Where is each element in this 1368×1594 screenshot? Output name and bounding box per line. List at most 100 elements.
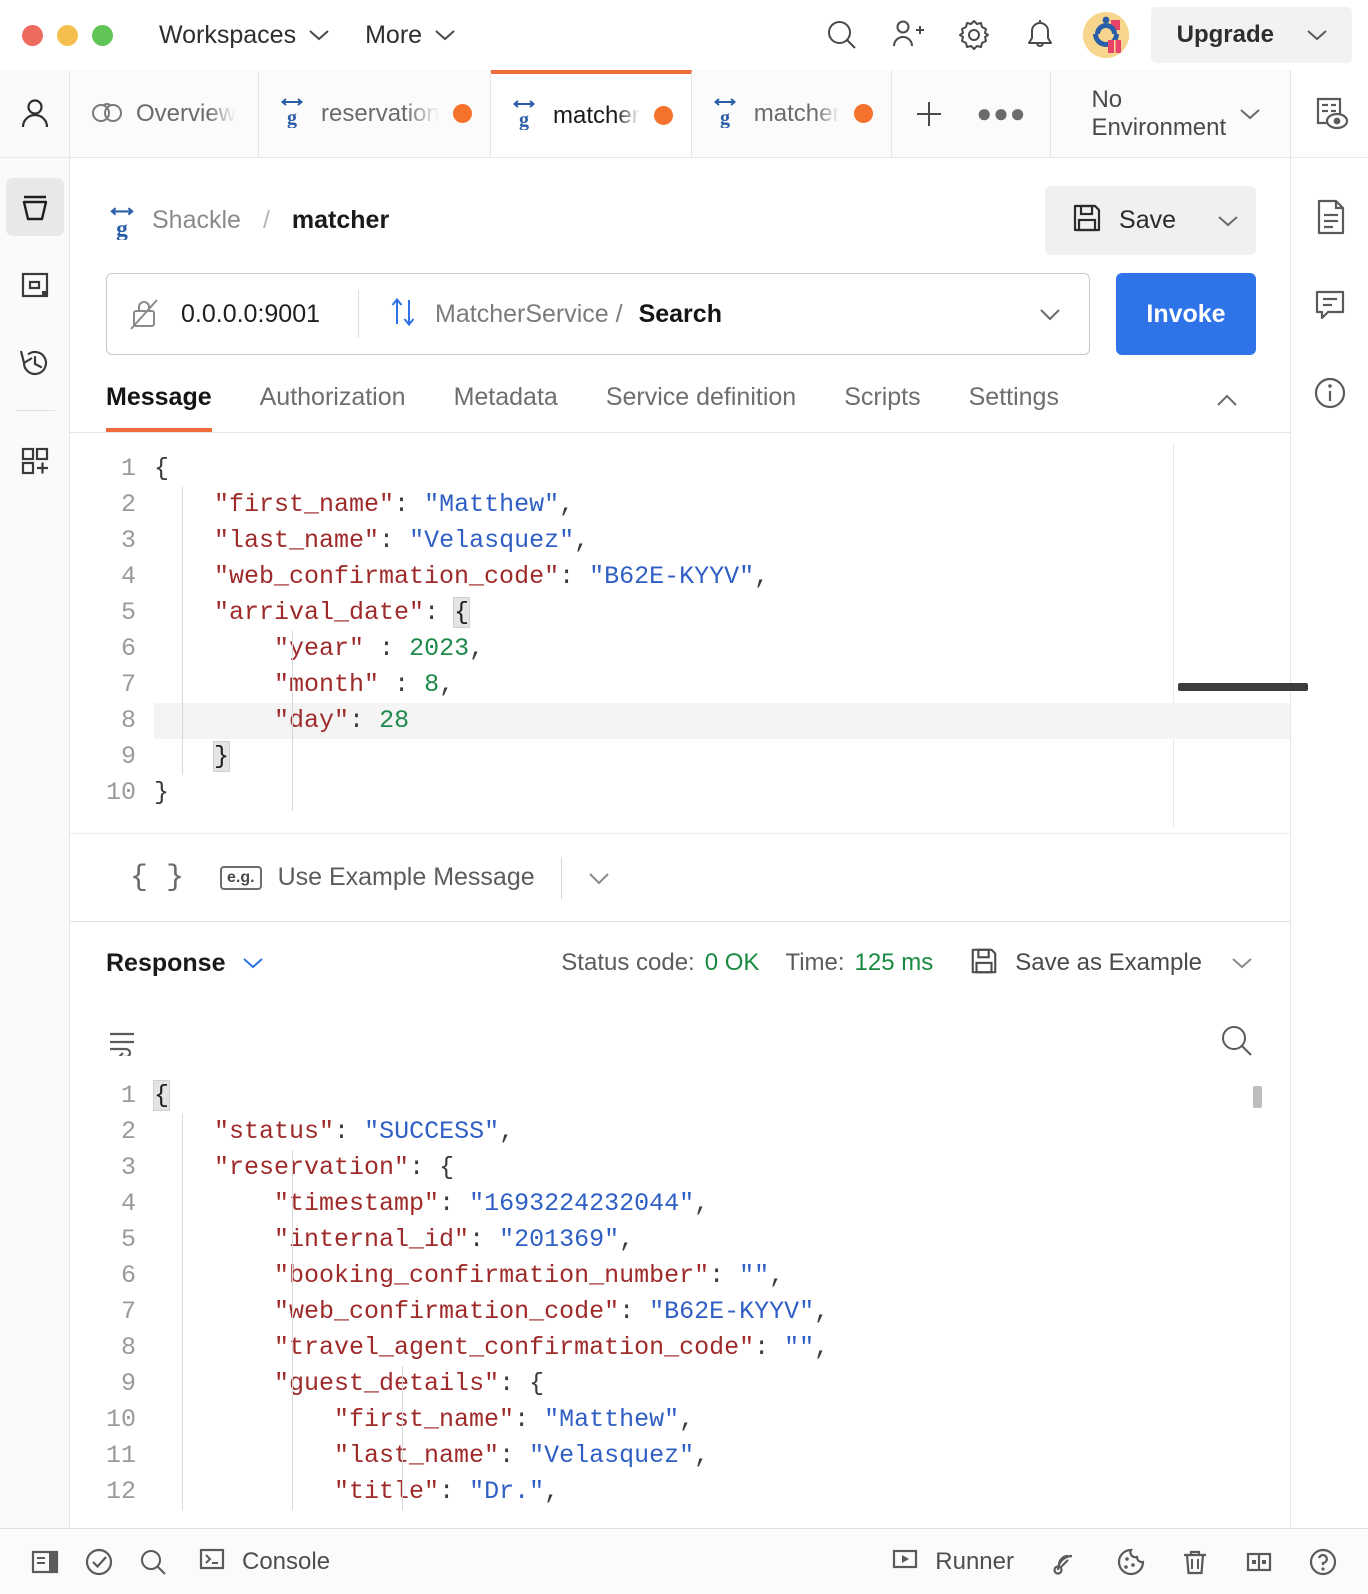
code-line[interactable]: "month" : 8, — [154, 667, 1290, 703]
code-line[interactable]: "travel_agent_confirmation_code": "", — [154, 1330, 1290, 1366]
word-wrap-icon[interactable] — [106, 1026, 140, 1056]
response-options-icon[interactable] — [1228, 954, 1256, 972]
code-line[interactable]: "timestamp": "1693224232044", — [154, 1186, 1290, 1222]
beautify-icon[interactable]: { } — [106, 861, 220, 895]
more-menu[interactable]: More — [365, 21, 457, 50]
avatar[interactable] — [1082, 12, 1129, 58]
layout-icon[interactable] — [1232, 1537, 1286, 1587]
maximize-window-button[interactable] — [92, 24, 113, 46]
code-line[interactable]: "guest_details": { — [154, 1366, 1290, 1402]
response-code[interactable]: 1 2 3 4 5 6 7 8 9 10 11 12 { "status": "SUCCESS", "… — [70, 1078, 1290, 1510]
upgrade-button[interactable]: Upgrade — [1150, 7, 1352, 63]
sidebar-item-collections[interactable] — [5, 178, 64, 236]
runner-button[interactable]: Runner — [889, 1543, 1014, 1580]
code-token: "booking_confirmation_number" — [274, 1261, 710, 1290]
code-token: "1693224232044" — [469, 1189, 695, 1218]
console-button[interactable]: Console — [196, 1543, 330, 1580]
code-line[interactable]: "first_name": "Matthew", — [154, 1402, 1290, 1438]
code-token: , — [694, 1189, 710, 1218]
message-code[interactable]: 1 2 3 4 5 6 7 8 9 10 { "first_name": "Matthew", "… — [70, 451, 1290, 811]
code-line[interactable]: "booking_confirmation_number": "", — [154, 1258, 1290, 1294]
environment-selector[interactable]: No Environment — [1050, 70, 1290, 157]
new-tab-button[interactable] — [892, 70, 966, 157]
code-line[interactable]: "first_name": "Matthew", — [154, 487, 1290, 523]
collapse-pane-icon[interactable] — [1212, 391, 1256, 432]
code-token: "year" — [274, 634, 365, 663]
search-icon[interactable] — [809, 10, 875, 60]
tab-metadata[interactable]: Metadata — [430, 377, 582, 432]
info-icon[interactable] — [1301, 364, 1359, 422]
chevron-down-icon[interactable] — [239, 954, 267, 972]
url-input[interactable]: 0.0.0.0:9001 — [181, 300, 340, 329]
line-number: 4 — [120, 562, 136, 591]
code-line[interactable]: { — [154, 451, 1290, 487]
person-icon[interactable] — [0, 70, 69, 158]
response-title: Response — [106, 948, 226, 977]
code-line[interactable]: "year" : 2023, — [154, 631, 1290, 667]
capture-requests-icon[interactable] — [1040, 1537, 1094, 1587]
search-icon[interactable] — [1218, 1022, 1256, 1060]
breadcrumb-workspace[interactable]: Shackle — [152, 206, 241, 235]
gear-icon[interactable] — [941, 10, 1007, 60]
code-line[interactable]: "web_confirmation_code": "B62E-KYYV", — [154, 559, 1290, 595]
tls-disabled-icon[interactable] — [107, 296, 181, 332]
code-token: , — [814, 1297, 830, 1326]
tab-overview[interactable]: Overview — [70, 70, 260, 157]
invite-user-icon[interactable] — [875, 10, 941, 60]
trash-icon[interactable] — [1168, 1537, 1222, 1587]
code-line[interactable]: "last_name": "Velasquez", — [154, 523, 1290, 559]
code-line[interactable]: "web_confirmation_code": "B62E-KYYV", — [154, 1294, 1290, 1330]
sidebar-item-apis[interactable] — [6, 256, 64, 314]
comments-icon[interactable] — [1301, 276, 1359, 334]
bell-icon[interactable] — [1007, 10, 1073, 60]
upgrade-label: Upgrade — [1176, 21, 1274, 48]
tab-service-definition[interactable]: Service definition — [582, 377, 820, 432]
help-icon[interactable] — [1296, 1537, 1350, 1587]
message-editor[interactable]: 1 2 3 4 5 6 7 8 9 10 { "first_name": "Matthew", "… — [70, 433, 1308, 833]
documentation-icon[interactable] — [1301, 188, 1359, 246]
sidebar-item-new[interactable] — [6, 431, 64, 489]
grpc-icon: g — [509, 96, 539, 135]
code-line[interactable]: "reservation": { — [154, 1150, 1290, 1186]
tab-reservation[interactable]: g reservation — [259, 70, 492, 157]
tab-matcher-second[interactable]: g matcher — [691, 70, 893, 157]
code-token: "timestamp" — [274, 1189, 440, 1218]
sidebar-item-history[interactable] — [6, 334, 64, 392]
tab-authorization[interactable]: Authorization — [236, 377, 430, 432]
tab-options-icon[interactable]: ●●● — [966, 70, 1036, 157]
toggle-sidebar-icon[interactable] — [18, 1537, 72, 1587]
code-line[interactable]: { — [152, 1078, 1290, 1114]
code-line[interactable]: "title": "Dr.", — [154, 1474, 1290, 1510]
save-as-example-button[interactable]: Save as Example — [969, 946, 1202, 981]
code-line[interactable]: } — [154, 775, 1290, 811]
code-token: { — [154, 454, 170, 483]
tab-scripts[interactable]: Scripts — [820, 377, 944, 432]
example-options-icon[interactable] — [584, 869, 614, 887]
code-line[interactable]: "day": 28 — [154, 703, 1290, 739]
cookies-icon[interactable] — [1104, 1537, 1158, 1587]
workspaces-menu[interactable]: Workspaces — [159, 21, 331, 50]
close-window-button[interactable] — [22, 24, 43, 46]
tab-message[interactable]: Message — [106, 377, 236, 432]
method-selector[interactable]: MatcherService / Search — [363, 295, 1089, 334]
search-icon[interactable] — [126, 1537, 180, 1587]
minimize-window-button[interactable] — [57, 24, 78, 46]
check-circle-icon[interactable] — [72, 1537, 126, 1587]
use-example-message-button[interactable]: e.g. Use Example Message — [220, 863, 535, 892]
save-button[interactable]: Save — [1045, 186, 1200, 255]
tab-settings[interactable]: Settings — [945, 377, 1083, 432]
invoke-button[interactable]: Invoke — [1116, 273, 1256, 355]
code-line[interactable]: "last_name": "Velasquez", — [154, 1438, 1290, 1474]
code-line[interactable]: "arrival_date": { — [154, 595, 1290, 631]
message-lines[interactable]: { "first_name": "Matthew", "last_name": … — [154, 451, 1290, 811]
environment-quick-look-icon[interactable] — [1291, 70, 1368, 158]
chevron-down-icon[interactable] — [1035, 305, 1089, 323]
response-viewer[interactable]: 1 2 3 4 5 6 7 8 9 10 11 12 { "status": "SUCCESS", "… — [70, 1078, 1290, 1528]
save-options-button[interactable] — [1200, 186, 1256, 255]
tab-matcher-active[interactable]: g matcher — [491, 70, 692, 157]
code-line[interactable]: "internal_id": "201369", — [154, 1222, 1290, 1258]
code-line[interactable]: "status": "SUCCESS", — [154, 1114, 1290, 1150]
code-line[interactable]: } — [154, 739, 1290, 775]
response-lines[interactable]: { "status": "SUCCESS", "reservation": { … — [152, 1078, 1290, 1510]
